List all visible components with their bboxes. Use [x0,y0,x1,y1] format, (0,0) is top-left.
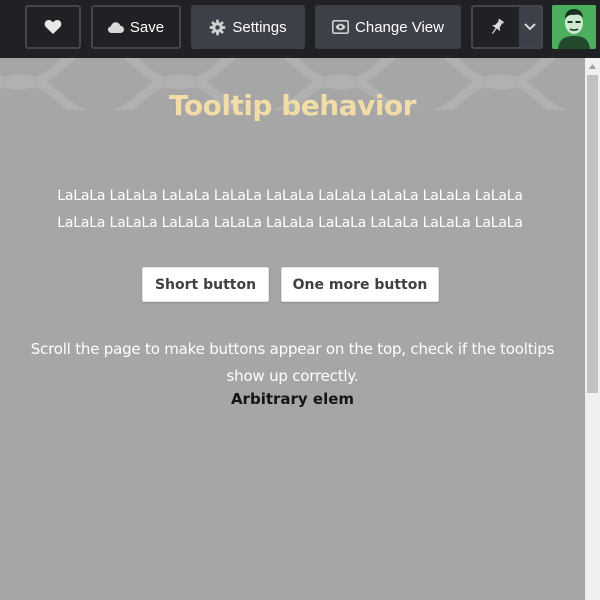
instructions-text: Scroll the page to make buttons appear o… [30,340,555,385]
lala-text: LaLaLa LaLaLa LaLaLa LaLaLa LaLaLa LaLaL… [40,183,540,237]
one-more-button[interactable]: One more button [281,267,439,302]
save-button[interactable]: Save [91,5,181,49]
lala-line: LaLaLa LaLaLa LaLaLa LaLaLa LaLaLa LaLaL… [57,188,523,204]
vertical-scrollbar[interactable] [585,58,600,600]
lala-line: LaLaLa LaLaLa LaLaLa LaLaLa LaLaLa LaLaL… [57,215,523,231]
settings-button[interactable]: Settings [191,5,305,49]
pin-icon [489,18,505,36]
save-label: Save [129,18,165,36]
short-button[interactable]: Short button [142,267,269,302]
settings-label: Settings [232,18,287,36]
pin-dropdown-button[interactable] [519,5,543,49]
like-button[interactable] [25,5,81,49]
heart-icon [44,19,62,35]
arbitrary-elem[interactable]: Arbitrary elem [0,390,585,408]
top-toolbar: Save Settings Change View [0,0,600,58]
pin-button[interactable] [471,5,521,49]
change-view-button[interactable]: Change View [315,5,461,49]
page-title: Tooltip behavior [169,89,416,122]
scroll-up-arrow[interactable] [585,58,600,75]
chevron-down-icon [524,23,536,31]
page-content: Tooltip behavior LaLaLa LaLaLa LaLaLa La… [0,58,585,600]
user-avatar[interactable] [552,5,596,49]
eye-icon [332,20,350,34]
gear-icon [209,19,226,36]
change-view-label: Change View [355,18,444,36]
button-row: Short button One more button [0,267,585,303]
scrollbar-thumb[interactable] [587,75,598,393]
cloud-icon [107,21,124,33]
